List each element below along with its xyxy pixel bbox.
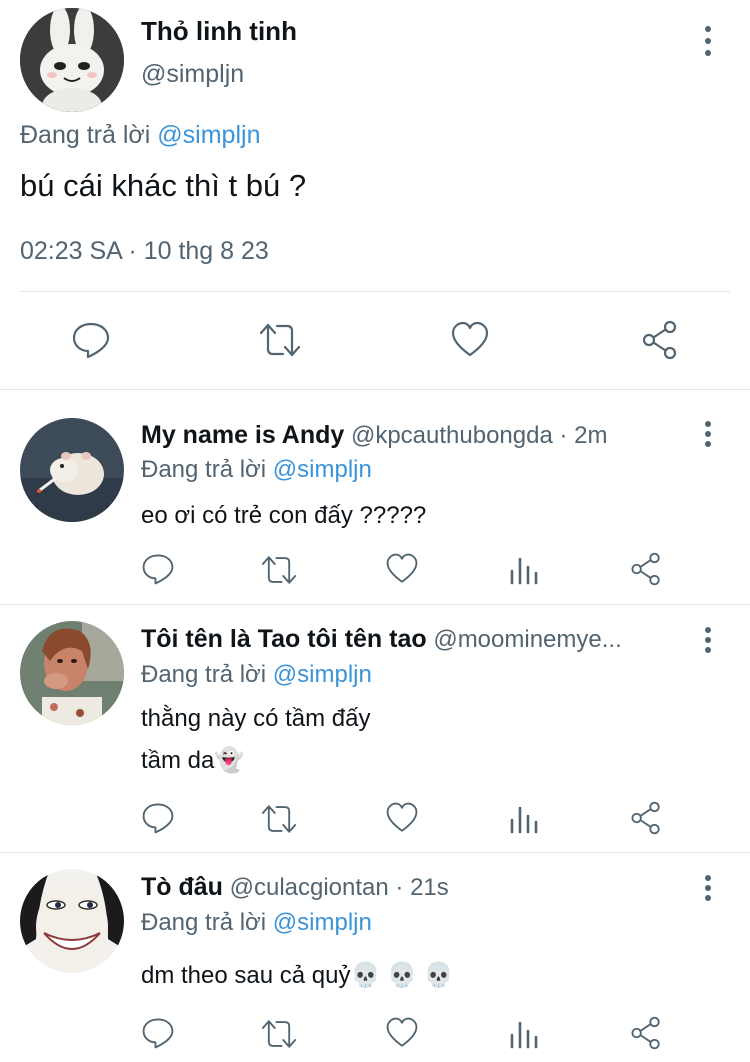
reply-text: dm theo sau cả quỷ💀 💀 💀 — [141, 962, 454, 989]
handle[interactable]: @kpcauthubongda — [351, 422, 553, 449]
replying-to-link[interactable]: @simpljn — [273, 909, 372, 936]
tweet-text: bú cái khác thì t bú ? — [20, 168, 307, 203]
retweet-icon — [261, 556, 297, 584]
views-button[interactable] — [508, 555, 540, 585]
retweet-icon — [259, 323, 301, 357]
display-name[interactable]: Tôi tên là Tao tôi tên tao — [141, 625, 427, 653]
hamster-image — [20, 418, 124, 522]
share-icon — [631, 1016, 660, 1050]
retweet-icon — [261, 1020, 297, 1048]
reply-tweet: My name is Andy @kpcauthubongda · 2m Đan… — [0, 390, 750, 604]
reply-icon — [142, 554, 174, 585]
replying-to-link[interactable]: @simpljn — [157, 121, 260, 149]
replying-to-line: Đang trả lời @simpljn — [141, 909, 372, 937]
share-button[interactable] — [629, 801, 663, 835]
like-button[interactable] — [385, 1016, 419, 1050]
time-ago[interactable]: · 2m — [560, 422, 608, 449]
reply-tweet: Tôi tên là Tao tôi tên tao @moominemye..… — [0, 605, 750, 852]
more-options-icon[interactable] — [703, 875, 713, 901]
face-meme-image — [20, 869, 124, 973]
handle[interactable]: @simpljn — [141, 60, 244, 89]
reply-tweet: Tò đâu @culacgiontan · 21s Đang trả lời … — [0, 853, 750, 1062]
retweet-button[interactable] — [260, 802, 298, 836]
replying-to-link[interactable]: @simpljn — [273, 661, 372, 688]
retweet-button[interactable] — [258, 320, 302, 360]
more-options-icon[interactable] — [703, 26, 713, 56]
views-icon — [510, 557, 538, 585]
share-button[interactable] — [629, 1016, 663, 1050]
replying-to-line: Đang trả lời @simpljn — [141, 661, 372, 689]
share-icon — [631, 552, 660, 586]
views-button[interactable] — [508, 804, 540, 834]
main-tweet: Thỏ linh tinh @simpljn Đang trả lời @sim… — [0, 0, 750, 390]
views-button[interactable] — [508, 1019, 540, 1049]
reply-button[interactable] — [141, 552, 175, 586]
reply-text-line: thằng này có tầm đấy — [141, 705, 371, 732]
avatar[interactable] — [20, 869, 124, 973]
like-icon — [386, 553, 418, 583]
reply-button[interactable] — [141, 801, 175, 835]
person-photo-image — [20, 621, 124, 725]
reply-icon — [142, 1018, 174, 1049]
reply-button[interactable] — [71, 320, 111, 360]
replying-to-line: Đang trả lời @simpljn — [20, 121, 260, 150]
like-button[interactable] — [385, 552, 419, 586]
like-icon — [386, 802, 418, 832]
bunny-plush-image — [20, 8, 124, 112]
display-name[interactable]: Tò đâu — [141, 873, 223, 901]
reply-text: eo ơi có trẻ con đấy ????? — [141, 502, 427, 529]
views-icon — [510, 1021, 538, 1049]
retweet-button[interactable] — [260, 553, 298, 587]
like-icon — [451, 321, 489, 357]
reply-icon — [72, 322, 110, 359]
replying-prefix: Đang trả lời — [20, 121, 151, 149]
reply-button[interactable] — [141, 1016, 175, 1050]
more-options-icon[interactable] — [703, 627, 713, 653]
share-icon — [642, 320, 677, 360]
reply-header: Tôi tên là Tao tôi tên tao @moominemye..… — [141, 625, 686, 654]
share-button[interactable] — [629, 552, 663, 586]
retweet-icon — [261, 805, 297, 833]
views-icon — [510, 806, 538, 834]
like-icon — [386, 1017, 418, 1047]
replying-to-link[interactable]: @simpljn — [273, 456, 372, 483]
replying-prefix: Đang trả lời — [141, 661, 267, 688]
share-icon — [631, 801, 660, 835]
like-button[interactable] — [450, 320, 490, 360]
share-button[interactable] — [640, 320, 680, 360]
handle[interactable]: @moominemye... — [433, 626, 621, 653]
replying-to-line: Đang trả lời @simpljn — [141, 456, 372, 484]
avatar[interactable] — [20, 621, 124, 725]
reply-text-line: tầm da👻 — [141, 747, 245, 774]
more-options-icon[interactable] — [703, 421, 713, 447]
reply-header: My name is Andy @kpcauthubongda · 2m — [141, 421, 608, 450]
display-name[interactable]: My name is Andy — [141, 421, 344, 449]
reply-icon — [142, 803, 174, 834]
divider — [20, 291, 730, 292]
reply-header: Tò đâu @culacgiontan · 21s — [141, 873, 449, 902]
timestamp[interactable]: 02:23 SA · 10 thg 8 23 — [20, 237, 269, 266]
replying-prefix: Đang trả lời — [141, 909, 267, 936]
avatar[interactable] — [20, 8, 124, 112]
replying-prefix: Đang trả lời — [141, 456, 267, 483]
display-name[interactable]: Thỏ linh tinh — [141, 16, 297, 47]
like-button[interactable] — [385, 801, 419, 835]
time-ago[interactable]: · 21s — [395, 874, 448, 901]
avatar[interactable] — [20, 418, 124, 522]
handle[interactable]: @culacgiontan — [230, 874, 389, 901]
retweet-button[interactable] — [260, 1017, 298, 1051]
